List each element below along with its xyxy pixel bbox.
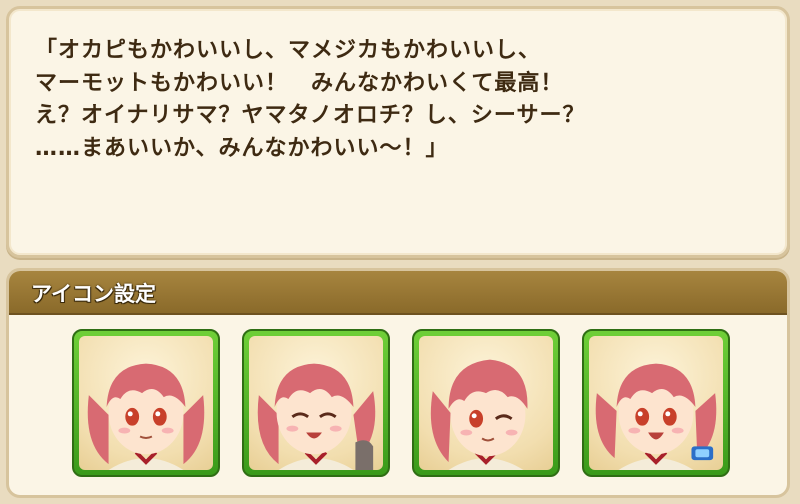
icon-option-4[interactable] (582, 329, 730, 477)
dialog-panel: 「オカピもかわいいし、マメジカもかわいいし、 マーモットもかわいい！ みんなかわ… (6, 6, 790, 258)
portrait-happy-open-mouth-icon (595, 363, 717, 470)
dialog-text: 「オカピもかわいいし、マメジカもかわいいし、 マーモットもかわいい！ みんなかわ… (35, 35, 775, 165)
dialog-line: え？オイナリサマ？ヤマタノオロチ？し、シーサー？ (35, 103, 586, 128)
section-title: アイコン設定 (31, 282, 156, 306)
portrait-smile-closed-eyes-icon (257, 363, 376, 470)
icon-option-1[interactable] (72, 329, 220, 477)
section-header: アイコン設定 (9, 271, 787, 315)
icon-settings-panel: アイコン設定 (6, 268, 790, 498)
dialog-line: マーモットもかわいい！ みんなかわいくて最高！ (35, 70, 564, 96)
portrait-wink-icon (430, 359, 528, 470)
icon-option-3[interactable] (412, 329, 560, 477)
portrait-neutral-icon (87, 363, 205, 470)
icon-option-2[interactable] (242, 329, 390, 477)
dialog-line: ……まあいいか、みんなかわいい～！」 (35, 135, 449, 161)
dialog-line: 「オカピもかわいいし、マメジカもかわいいし、 (35, 38, 542, 63)
